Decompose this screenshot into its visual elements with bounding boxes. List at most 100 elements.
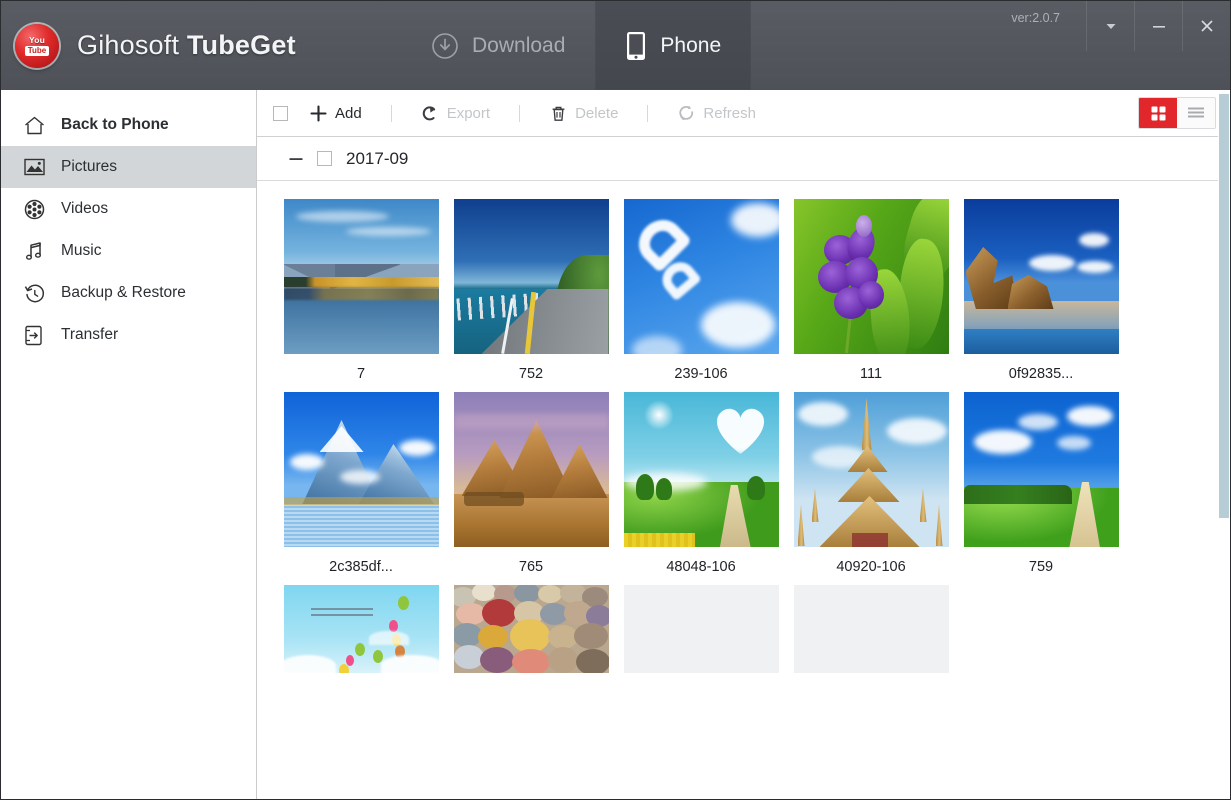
gallery-item[interactable]: 40920-106 bbox=[786, 392, 956, 575]
egyptian-pyramids-art bbox=[453, 392, 609, 547]
group-checkbox[interactable] bbox=[317, 151, 332, 166]
gallery-item[interactable]: 239-106 bbox=[616, 199, 786, 382]
refresh-icon bbox=[679, 105, 694, 120]
pictures-icon bbox=[23, 156, 45, 178]
gallery-item[interactable] bbox=[786, 585, 956, 685]
gallery-item[interactable] bbox=[276, 585, 446, 685]
thumbnail-caption: 48048-106 bbox=[666, 559, 736, 575]
sidebar-item-label: Music bbox=[61, 242, 102, 259]
rocky-beach-art bbox=[963, 199, 1119, 354]
sidebar-item-label: Backup & Restore bbox=[61, 284, 186, 301]
add-button[interactable]: Add bbox=[302, 98, 369, 128]
gallery-item[interactable]: 111 bbox=[786, 199, 956, 382]
vertical-scrollbar[interactable] bbox=[1218, 90, 1230, 799]
select-all-checkbox[interactable] bbox=[273, 105, 288, 121]
close-button[interactable] bbox=[1182, 1, 1230, 51]
thumbnail-image[interactable] bbox=[283, 199, 439, 354]
thumbnail-image[interactable] bbox=[453, 585, 609, 673]
download-circle-icon bbox=[432, 32, 458, 59]
gallery-item[interactable]: 0f92835... bbox=[956, 199, 1126, 382]
cloud-hearts-blue-sky-art bbox=[623, 199, 779, 354]
grid-icon bbox=[1151, 106, 1165, 120]
thumbnail-image[interactable] bbox=[283, 392, 439, 547]
thumbnail-caption: 0f92835... bbox=[1008, 366, 1074, 382]
thumbnail-image[interactable] bbox=[453, 392, 609, 547]
dropdown-button[interactable] bbox=[1086, 1, 1134, 51]
grid-view-button[interactable] bbox=[1139, 98, 1177, 128]
minimize-button[interactable] bbox=[1134, 1, 1182, 51]
group-label: 2017-09 bbox=[346, 148, 409, 168]
balloons-sky-illustration-art bbox=[283, 585, 439, 673]
app-title-light: Gihosoft bbox=[77, 30, 187, 60]
app-title-bold: TubeGet bbox=[186, 30, 296, 60]
list-icon bbox=[1188, 107, 1204, 117]
gallery-item[interactable]: 765 bbox=[446, 392, 616, 575]
sidebar-item-music[interactable]: Music bbox=[1, 230, 256, 272]
refresh-button[interactable]: Refresh bbox=[670, 98, 763, 128]
delete-button[interactable]: Delete bbox=[542, 98, 625, 128]
export-button-label: Export bbox=[446, 104, 491, 122]
gallery-item[interactable]: 7 bbox=[276, 199, 446, 382]
thumbnail-placeholder[interactable] bbox=[623, 585, 779, 673]
minimize-icon bbox=[1152, 26, 1165, 28]
sidebar-item-label: Back to Phone bbox=[61, 116, 169, 133]
list-view-button[interactable] bbox=[1177, 98, 1215, 128]
export-button[interactable]: Export bbox=[414, 98, 497, 128]
trash-icon bbox=[552, 106, 565, 121]
thumbnail-caption: 752 bbox=[518, 366, 544, 382]
thumbnail-caption: 40920-106 bbox=[836, 559, 906, 575]
colorful-pebbles-art bbox=[453, 585, 609, 673]
thumbnail-caption: 2c385df... bbox=[329, 559, 393, 575]
gallery-item[interactable]: 2c385df... bbox=[276, 392, 446, 575]
thumbnail-image[interactable] bbox=[963, 392, 1119, 547]
sidebar-item-back-to-phone[interactable]: Back to Phone bbox=[1, 104, 256, 146]
header-tabs: Download Phone bbox=[401, 1, 752, 90]
gallery-item[interactable]: 752 bbox=[446, 199, 616, 382]
thumbnail-image[interactable] bbox=[283, 585, 439, 673]
gallery-grid: 7 752 239-106 111 0f92835... 2c385df... … bbox=[257, 181, 1230, 695]
view-mode-toggle bbox=[1138, 97, 1216, 129]
refresh-button-label: Refresh bbox=[703, 104, 756, 122]
minus-icon[interactable] bbox=[287, 150, 305, 168]
toolbar-divider bbox=[519, 104, 521, 122]
scrollbar-thumb[interactable] bbox=[1219, 94, 1229, 518]
sidebar-item-label: Pictures bbox=[61, 158, 117, 175]
sidebar-item-transfer[interactable]: Transfer bbox=[1, 314, 256, 356]
logo-bottom-text: Tube bbox=[24, 45, 50, 56]
thumbnail-caption: 111 bbox=[859, 366, 883, 382]
add-button-label: Add bbox=[335, 104, 362, 122]
golden-temple-stupa-art bbox=[793, 392, 949, 547]
gallery-item[interactable]: 759 bbox=[956, 392, 1126, 575]
home-icon bbox=[23, 114, 45, 136]
sidebar-item-pictures[interactable]: Pictures bbox=[1, 146, 256, 188]
tab-download[interactable]: Download bbox=[401, 1, 595, 90]
tab-download-label: Download bbox=[472, 33, 566, 57]
chevron-down-icon bbox=[1106, 24, 1115, 29]
sidebar-item-label: Videos bbox=[61, 200, 109, 217]
thumbnail-image[interactable] bbox=[623, 199, 779, 354]
thumbnail-image[interactable] bbox=[793, 392, 949, 547]
sidebar-item-videos[interactable]: Videos bbox=[1, 188, 256, 230]
tab-phone[interactable]: Phone bbox=[595, 1, 752, 90]
thumbnail-image[interactable] bbox=[793, 199, 949, 354]
gallery-item[interactable]: 48048-106 bbox=[616, 392, 786, 575]
app-title: Gihosoft TubeGet bbox=[77, 30, 296, 61]
plus-icon bbox=[310, 104, 327, 122]
toolbar: Add Export Delete Refresh bbox=[257, 90, 1230, 137]
thumbnail-image[interactable] bbox=[623, 392, 779, 547]
snowy-mountain-lake-art bbox=[283, 392, 439, 547]
thumbnail-caption: 7 bbox=[356, 366, 366, 382]
sidebar-item-backup-restore[interactable]: Backup & Restore bbox=[1, 272, 256, 314]
thumbnail-caption: 765 bbox=[518, 559, 544, 575]
content-area: Add Export Delete Refresh 2017-09 7 752 … bbox=[257, 90, 1230, 799]
logo-top-text: You bbox=[28, 34, 46, 45]
thumbnail-image[interactable] bbox=[453, 199, 609, 354]
gallery-item[interactable] bbox=[446, 585, 616, 685]
music-note-icon bbox=[23, 240, 45, 262]
thumbnail-placeholder[interactable] bbox=[793, 585, 949, 673]
gallery-item[interactable] bbox=[616, 585, 786, 685]
thumbnail-image[interactable] bbox=[963, 199, 1119, 354]
transfer-icon bbox=[23, 324, 45, 346]
history-clock-icon bbox=[23, 282, 45, 304]
export-arrow-icon bbox=[422, 105, 435, 120]
